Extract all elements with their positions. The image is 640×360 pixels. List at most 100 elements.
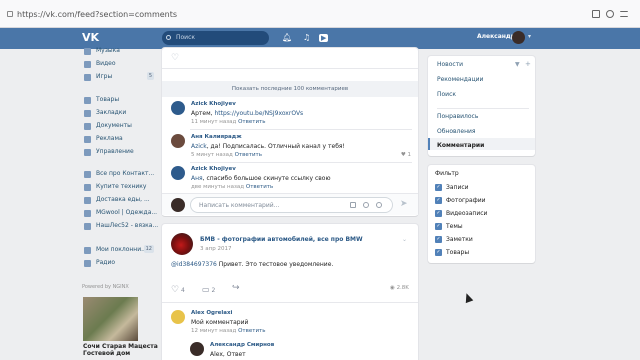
heart-icon: ♥: [400, 152, 406, 158]
check-icon: ✓: [435, 223, 442, 230]
avatar[interactable]: [171, 101, 185, 115]
comment-text-rest: , спасибо большое скинуте ссылку свою: [202, 175, 331, 182]
sidebar-item-games[interactable]: Игры 5: [82, 72, 156, 84]
comment-button[interactable]: ▭ 2: [202, 285, 215, 294]
group-icon: [84, 197, 91, 204]
vk-logo[interactable]: VK: [82, 31, 99, 44]
app-icon: [84, 247, 91, 254]
sidebar-item-documents[interactable]: Документы: [82, 121, 156, 133]
divider: [162, 302, 418, 303]
music-icon[interactable]: ♫: [303, 33, 310, 42]
sidebar-item-goods[interactable]: Товары: [82, 95, 156, 107]
reply-link[interactable]: Ответить: [235, 152, 262, 158]
camera-icon[interactable]: [363, 202, 369, 208]
sidebar-item-label: Радио: [96, 259, 116, 266]
check-icon: ✓: [435, 197, 442, 204]
ad-image[interactable]: [83, 297, 138, 341]
send-icon[interactable]: ➤: [400, 199, 408, 209]
reply-link[interactable]: Ответить: [238, 328, 265, 334]
comment-text: Аня, спасибо большое скинуте ссылку свою: [191, 175, 331, 182]
sidebar-item-ads[interactable]: Реклама: [82, 134, 156, 146]
reply-link[interactable]: Ответить: [238, 119, 265, 125]
avatar[interactable]: [171, 166, 185, 180]
video-icon: [84, 61, 91, 68]
avatar[interactable]: [171, 134, 185, 148]
star-icon: [84, 110, 91, 117]
sidebar-item-label: Мои поклонни...: [96, 246, 147, 253]
emoji-icon[interactable]: [376, 202, 382, 208]
divider: [437, 108, 529, 109]
sidebar-item-group[interactable]: Все про Контакт...: [82, 169, 156, 181]
url-text[interactable]: https://vk.com/feed?section=comments: [17, 10, 177, 19]
nav-recommendations[interactable]: Рекомендации: [437, 76, 483, 83]
sidebar-item-video[interactable]: Видео: [82, 59, 156, 71]
comment-author[interactable]: Аня Калиярадж: [191, 134, 242, 140]
sidebar-item-music[interactable]: Музыка: [82, 46, 156, 58]
avatar[interactable]: [190, 342, 204, 356]
avatar[interactable]: [171, 233, 193, 255]
sidebar-item-manage[interactable]: Управление: [82, 147, 156, 159]
show-more-comments-button[interactable]: Показать последние 100 комментариев: [162, 81, 418, 97]
sidebar-item-radio[interactable]: Радио: [82, 258, 156, 270]
nav-updates[interactable]: Обновления: [437, 128, 476, 135]
post-text: @id384697376 Привет. Это тестовое уведом…: [171, 261, 333, 268]
nav-liked[interactable]: Понравилось: [437, 113, 478, 120]
sidebar-item-label: Видео: [96, 60, 116, 67]
search-placeholder: Поиск: [176, 34, 196, 41]
comment-text-prefix: Артем,: [191, 110, 215, 117]
reply-link[interactable]: Ответить: [246, 184, 273, 190]
filter-icon[interactable]: ▼: [515, 61, 520, 68]
sidebar-item-label: Игры: [96, 73, 113, 80]
sidebar-item-group[interactable]: MGwool | Одежда...: [82, 208, 157, 220]
comment-author[interactable]: Alex Ogrelaxi: [191, 310, 232, 316]
chevron-down-icon[interactable]: ▾: [528, 33, 531, 40]
sidebar-item-bookmarks[interactable]: Закладки: [82, 108, 156, 120]
like-button[interactable]: ♡ 4: [171, 285, 185, 295]
chevron-down-icon[interactable]: ⌄: [402, 236, 407, 243]
shield-icon[interactable]: [606, 10, 614, 18]
comment-meta: 12 минут назад Ответить: [191, 328, 265, 334]
post-date[interactable]: 3 апр 2017: [200, 246, 231, 252]
nav-search[interactable]: Поиск: [437, 91, 456, 98]
heart-icon[interactable]: ♡: [171, 53, 179, 63]
bell-icon[interactable]: 🔔︎: [282, 33, 292, 42]
comment-link[interactable]: Azick: [191, 143, 207, 150]
comment-time: две минуты назад: [191, 184, 245, 190]
menu-icon[interactable]: [620, 11, 628, 17]
reader-icon[interactable]: [592, 10, 600, 18]
avatar: [171, 198, 185, 212]
filter-title: Фильтр: [435, 170, 459, 177]
comment-time: 12 минут назад: [191, 328, 237, 334]
share-icon[interactable]: ↪: [232, 283, 240, 293]
sidebar-item-group[interactable]: Купите технику: [82, 182, 156, 194]
shopping-bag-icon: [84, 97, 91, 104]
user-name[interactable]: Александр: [477, 33, 515, 40]
ad-text[interactable]: Сочи Старая Мацеста Гостевой дом: [83, 343, 163, 357]
comment-link[interactable]: https://youtu.be/NSJ9xoxrOVs: [214, 110, 303, 117]
comment-link[interactable]: Аня: [191, 175, 203, 182]
sidebar-item-label: Документы: [96, 122, 132, 129]
comment-like[interactable]: ♥ 1: [401, 152, 411, 158]
nav-news[interactable]: Новости: [437, 61, 463, 68]
comment-author[interactable]: Александр Смирнов: [210, 342, 274, 348]
games-count-badge: 5: [146, 72, 154, 80]
mention-link[interactable]: @id384697376: [171, 261, 217, 268]
nav-comments[interactable]: Комментарии: [437, 142, 484, 149]
comment-time: 11 минут назад: [191, 119, 237, 125]
comment-author[interactable]: Azick Khojiyev: [191, 101, 236, 107]
search-input[interactable]: Поиск: [162, 31, 269, 45]
attach-icon[interactable]: [350, 202, 356, 208]
post-author[interactable]: БМВ - фотографии автомобилей, все про BM…: [200, 236, 363, 243]
user-avatar[interactable]: [512, 31, 525, 44]
comment-meta: две минуты назад Ответить: [191, 184, 273, 190]
comments-card: [162, 48, 418, 216]
check-icon: ✓: [435, 249, 442, 256]
sidebar-item-group[interactable]: Доставка еды, ...: [82, 195, 156, 207]
sidebar-item-group[interactable]: НашЛес52 - вязка...: [82, 221, 158, 233]
chart-icon: [84, 149, 91, 156]
avatar[interactable]: [171, 310, 185, 324]
play-icon[interactable]: ▶: [319, 34, 329, 42]
plus-icon[interactable]: +: [525, 60, 531, 68]
sidebar-item-fans[interactable]: Мои поклонни... 12: [82, 245, 156, 257]
comment-author[interactable]: Azick Khojiyev: [191, 166, 236, 172]
